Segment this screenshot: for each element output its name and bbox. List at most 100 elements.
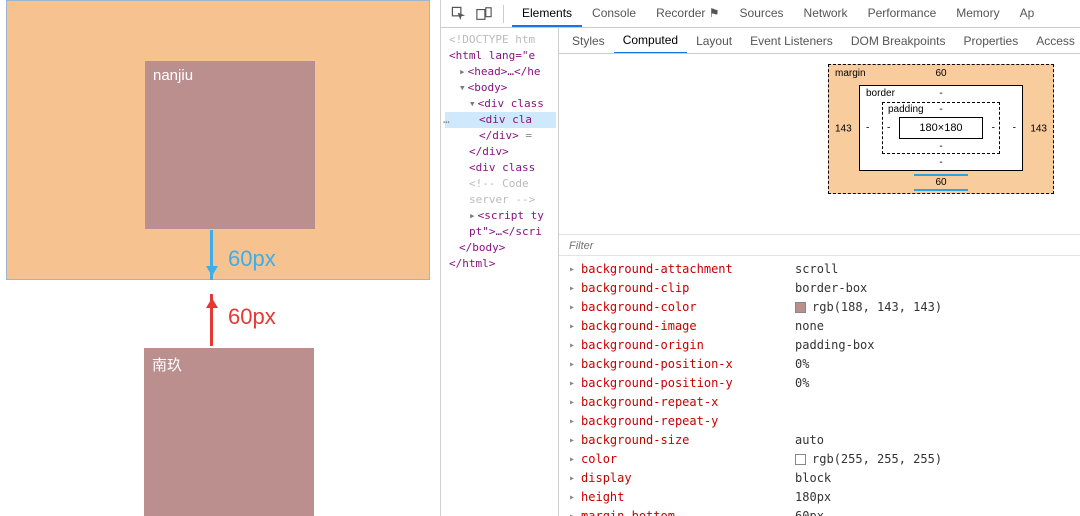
bm-margin-left: 143 [835,124,852,135]
computed-prop-row[interactable]: background-clipborder-box [569,279,1080,298]
computed-properties-list[interactable]: background-attachmentscrollbackground-cl… [559,260,1080,516]
arrow-up-icon [210,294,213,346]
sub-tab-styles[interactable]: Styles [563,29,614,53]
dom-line[interactable]: <html lang="e [445,48,556,64]
computed-prop-row[interactable]: background-sizeauto [569,431,1080,450]
dom-tree-panel[interactable]: <!DOCTYPE htm<html lang="e<head>…</he<bo… [441,28,559,516]
dom-line[interactable]: </html> [445,256,556,272]
inspect-icon[interactable] [447,4,469,24]
top-tab-ap[interactable]: Ap [1010,1,1045,27]
top-tab-elements[interactable]: Elements [512,1,582,27]
box-nanjiu-cn: 南玖 [144,348,314,516]
sub-tab-layout[interactable]: Layout [687,29,741,53]
dom-line[interactable]: <div class [445,160,556,176]
computed-prop-row[interactable]: background-originpadding-box [569,336,1080,355]
bm-padding-left: - [887,123,890,134]
sub-tab-eventlisteners[interactable]: Event Listeners [741,29,842,53]
bm-padding-top: - [883,104,999,115]
bm-border-top: - [860,88,1022,99]
sub-tab-properties[interactable]: Properties [955,29,1028,53]
dom-line[interactable]: <div cla [445,112,556,128]
dom-line[interactable]: <div class [445,96,556,112]
top-tab-performance[interactable]: Performance [858,1,947,27]
top-tab-network[interactable]: Network [794,1,858,27]
prop-name: margin-bottom [581,507,793,516]
prop-name: background-repeat-x [581,393,793,412]
page-preview: nanjiu 60px 60px 南玖 [0,0,440,516]
top-tab-sources[interactable]: Sources [730,1,794,27]
computed-prop-row[interactable]: background-repeat-y [569,412,1080,431]
dom-line[interactable]: <body> [445,80,556,96]
prop-name: background-position-x [581,355,793,374]
prop-value: 60px [795,507,824,516]
bm-border-left: - [866,123,869,134]
dom-line[interactable]: <script ty [445,208,556,224]
computed-prop-row[interactable]: colorrgb(255, 255, 255) [569,450,1080,469]
computed-prop-row[interactable]: background-position-y0% [569,374,1080,393]
prop-value: scroll [795,260,838,279]
sub-tab-computed[interactable]: Computed [614,28,687,54]
prop-name: color [581,450,793,469]
styles-side-panel: StylesComputedLayoutEvent ListenersDOM B… [559,28,1080,516]
sub-tab-access[interactable]: Access [1027,29,1080,53]
prop-value: padding-box [795,336,874,355]
bm-margin-bottom: 60 [914,174,968,191]
prop-value: 180px [795,488,831,507]
bm-border-bottom: - [860,157,1022,168]
disclosure-triangle-icon[interactable] [469,209,478,222]
bm-padding-right: - [992,123,995,134]
computed-filter-input[interactable] [569,240,1070,252]
prop-value: auto [795,431,824,450]
computed-prop-row[interactable]: displayblock [569,469,1080,488]
computed-prop-row[interactable]: background-colorrgb(188, 143, 143) [569,298,1080,317]
dom-line[interactable]: server --> [445,192,556,208]
computed-prop-row[interactable]: background-imagenone [569,317,1080,336]
arrow-down-icon [210,230,213,280]
prop-name: background-origin [581,336,793,355]
dom-line[interactable]: </body> [445,240,556,256]
computed-prop-row[interactable]: background-repeat-x [569,393,1080,412]
disclosure-triangle-icon[interactable] [469,97,478,110]
styles-subtab-bar: StylesComputedLayoutEvent ListenersDOM B… [559,28,1080,54]
prop-value: 0% [795,374,809,393]
box-label: 南玖 [152,357,182,374]
device-toggle-icon[interactable] [473,4,495,24]
top-tab-recorder[interactable]: Recorder ⚑ [646,1,729,27]
sub-tab-dombreakpoints[interactable]: DOM Breakpoints [842,29,955,53]
dom-line[interactable]: pt">…</scri [445,224,556,240]
bm-padding-bottom: - [883,141,999,152]
dom-line[interactable]: <!-- Code [445,176,556,192]
top-tab-bar: ElementsConsoleRecorder ⚑SourcesNetworkP… [512,1,1044,27]
color-swatch-icon [795,302,806,313]
prop-name: background-size [581,431,793,450]
disclosure-triangle-icon[interactable] [459,81,468,94]
prop-name: background-color [581,298,793,317]
disclosure-triangle-icon[interactable] [459,65,468,78]
devtools-toolbar: ElementsConsoleRecorder ⚑SourcesNetworkP… [441,0,1080,28]
computed-prop-row[interactable]: margin-bottom60px [569,507,1080,516]
bm-border-right: - [1013,123,1016,134]
outer-container: nanjiu [6,0,430,280]
computed-prop-row[interactable]: height180px [569,488,1080,507]
box-model-diagram[interactable]: margin 60 143 143 60 border - - - - pa [828,64,1054,194]
computed-filter-row [559,234,1080,256]
prop-name: height [581,488,793,507]
gap-label-top: 60px [228,246,276,272]
prop-name: background-attachment [581,260,793,279]
computed-prop-row[interactable]: background-position-x0% [569,355,1080,374]
prop-name: background-clip [581,279,793,298]
dom-line[interactable]: <head>…</he [445,64,556,80]
dom-line[interactable]: <!DOCTYPE htm [445,32,556,48]
dom-line[interactable]: </div> [445,144,556,160]
computed-panel: margin 60 143 143 60 border - - - - pa [559,54,1080,516]
dom-line[interactable]: </div> = [445,128,556,144]
computed-prop-row[interactable]: background-attachmentscroll [569,260,1080,279]
top-tab-console[interactable]: Console [582,1,646,27]
bm-margin-right: 143 [1030,124,1047,135]
top-tab-memory[interactable]: Memory [946,1,1009,27]
prop-value: border-box [795,279,867,298]
prop-name: background-repeat-y [581,412,793,431]
prop-value: 0% [795,355,809,374]
prop-name: background-position-y [581,374,793,393]
box-nanjiu: nanjiu [145,61,315,229]
